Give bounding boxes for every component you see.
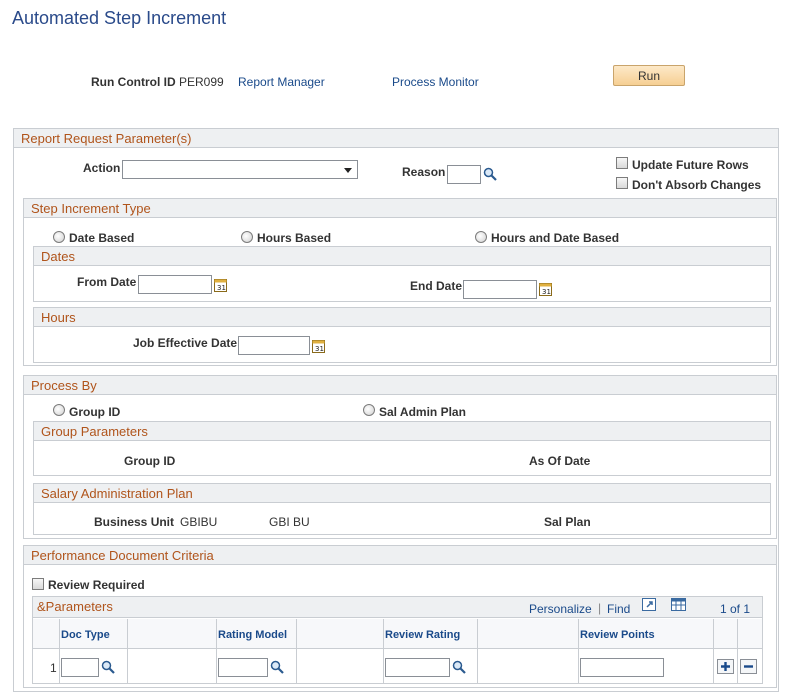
review-required-checkbox[interactable]	[32, 578, 44, 590]
personalize-link[interactable]: Personalize	[529, 602, 592, 616]
find-link[interactable]: Find	[607, 602, 630, 616]
doc-type-lookup-magnifier-icon[interactable]	[101, 660, 115, 674]
col-doc-type[interactable]: Doc Type	[61, 629, 110, 641]
salary-administration-plan-header: Salary Administration Plan	[34, 484, 770, 503]
review-rating-input[interactable]	[385, 658, 450, 677]
action-select[interactable]	[122, 160, 358, 179]
from-date-calendar-icon[interactable]: 31	[214, 278, 227, 292]
end-date-input[interactable]	[463, 280, 537, 299]
date-based-radio[interactable]	[53, 231, 65, 243]
add-row-plus-icon[interactable]	[717, 659, 734, 674]
zoom-icon[interactable]	[642, 598, 657, 612]
group-id-radio-label: Group ID	[69, 405, 121, 419]
grid-divider	[216, 619, 217, 684]
process-by-header: Process By	[24, 376, 776, 395]
run-control-id-label: Run Control ID	[91, 75, 176, 89]
date-based-label: Date Based	[69, 231, 135, 245]
job-effective-date-calendar-icon[interactable]: 31	[312, 339, 325, 353]
grid-divider	[477, 619, 478, 684]
sal-admin-plan-radio[interactable]	[363, 404, 375, 416]
job-effective-date-input[interactable]	[238, 336, 310, 355]
svg-text:31: 31	[315, 345, 324, 353]
sal-plan-label: Sal Plan	[544, 515, 591, 529]
job-effective-date-label: Job Effective Date	[133, 336, 238, 350]
parameters-grid-title: &Parameters	[37, 599, 113, 614]
grid-divider	[713, 619, 714, 684]
hours-section: Hours	[33, 307, 771, 363]
hours-based-radio[interactable]	[241, 231, 253, 243]
as-of-date-label: As Of Date	[529, 454, 591, 468]
rating-model-input[interactable]	[218, 658, 268, 677]
hours-and-date-based-radio[interactable]	[475, 231, 487, 243]
review-required-label: Review Required	[48, 578, 145, 592]
update-future-rows-label: Update Future Rows	[632, 158, 749, 172]
toolbar-separator: |	[598, 601, 602, 615]
col-rating-model[interactable]: Rating Model	[218, 629, 287, 641]
run-control-id-value: PER099	[179, 75, 224, 89]
performance-document-criteria-header: Performance Document Criteria	[24, 546, 776, 565]
col-review-points[interactable]: Review Points	[580, 629, 655, 641]
reason-lookup-magnifier-icon[interactable]	[483, 167, 497, 181]
grid-divider	[127, 619, 128, 684]
grid-divider	[578, 619, 579, 684]
row-number: 1	[50, 661, 57, 675]
doc-type-input[interactable]	[61, 658, 99, 677]
hours-header: Hours	[34, 308, 770, 327]
svg-text:31: 31	[217, 284, 226, 292]
business-unit-label: Business Unit	[94, 515, 175, 529]
end-date-label: End Date	[410, 279, 463, 293]
review-rating-lookup-magnifier-icon[interactable]	[452, 660, 466, 674]
dont-absorb-changes-label: Don't Absorb Changes	[632, 178, 762, 192]
run-button[interactable]: Run	[613, 65, 685, 86]
hours-and-date-based-label: Hours and Date Based	[491, 231, 620, 245]
sal-admin-plan-radio-label: Sal Admin Plan	[379, 405, 466, 419]
from-date-label: From Date	[77, 275, 137, 289]
group-id-radio[interactable]	[53, 404, 65, 416]
grid-divider	[296, 619, 297, 684]
dates-header: Dates	[34, 247, 770, 266]
col-review-rating[interactable]: Review Rating	[385, 629, 460, 641]
rating-model-lookup-magnifier-icon[interactable]	[270, 660, 284, 674]
hours-based-label: Hours Based	[257, 231, 332, 245]
grid-divider	[383, 619, 384, 684]
chevron-down-icon	[344, 168, 352, 173]
pager-text: 1 of 1	[720, 602, 751, 616]
review-points-input[interactable]	[580, 658, 664, 677]
spreadsheet-icon[interactable]	[671, 598, 687, 612]
business-unit-value: GBIBU	[180, 515, 218, 529]
grid-divider	[59, 619, 60, 684]
page-title: Automated Step Increment	[12, 8, 227, 28]
from-date-input[interactable]	[138, 275, 212, 294]
reason-label: Reason	[402, 165, 446, 179]
business-unit-description: GBI BU	[269, 515, 310, 529]
grid-divider	[737, 619, 738, 684]
process-monitor-link[interactable]: Process Monitor	[392, 75, 479, 89]
group-id-label: Group ID	[124, 454, 176, 468]
end-date-calendar-icon[interactable]: 31	[539, 282, 552, 296]
delete-row-minus-icon[interactable]	[740, 659, 757, 674]
dont-absorb-changes-checkbox[interactable]	[616, 177, 628, 189]
group-parameters-header: Group Parameters	[34, 422, 770, 441]
report-request-parameters-header: Report Request Parameter(s)	[14, 129, 778, 148]
action-label: Action	[83, 161, 121, 175]
reason-input[interactable]	[447, 165, 481, 184]
update-future-rows-checkbox[interactable]	[616, 157, 628, 169]
report-manager-link[interactable]: Report Manager	[238, 75, 325, 89]
step-increment-type-header: Step Increment Type	[24, 199, 776, 218]
svg-text:31: 31	[542, 288, 551, 296]
